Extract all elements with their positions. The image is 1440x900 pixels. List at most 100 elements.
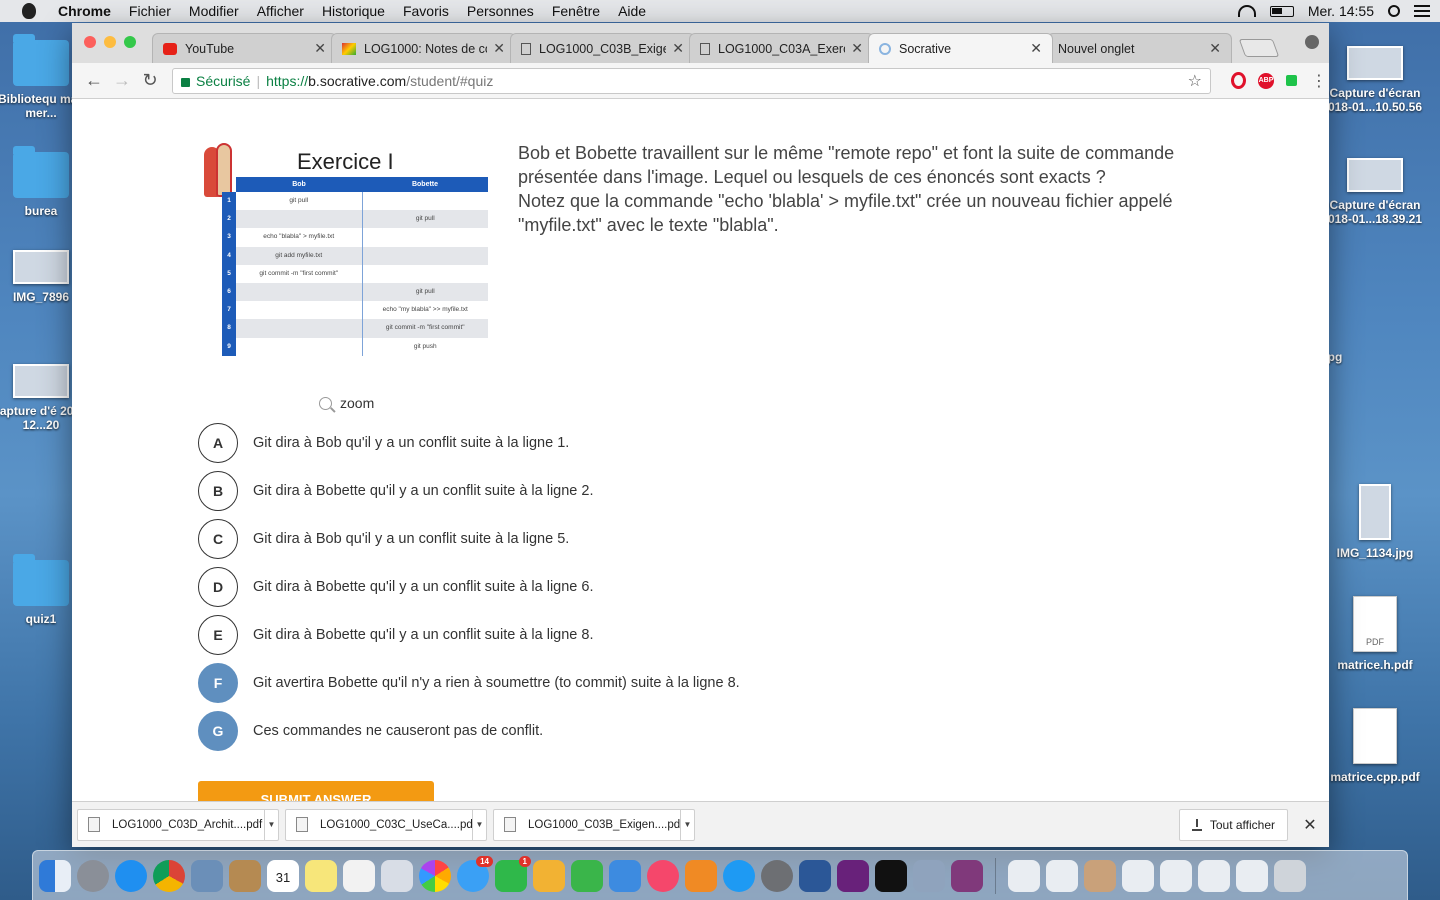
forward-arrow-icon[interactable]: →	[108, 70, 136, 91]
disk-utility-icon[interactable]	[913, 859, 945, 892]
download-item[interactable]: LOG1000_C03C_UseCa....pdf ▼	[285, 808, 487, 841]
answer-letter[interactable]: C	[198, 519, 238, 559]
numbers-icon[interactable]	[571, 859, 603, 892]
visual-studio-icon[interactable]	[837, 859, 869, 892]
answer-option-a[interactable]: A Git dira à Bob qu'il y a un conflit su…	[198, 423, 740, 463]
app-store-icon[interactable]	[723, 859, 755, 892]
dock-document-icon[interactable]	[1084, 859, 1116, 892]
photo-booth-icon[interactable]	[381, 859, 413, 892]
answer-letter-selected[interactable]: F	[198, 663, 238, 703]
dock-document-icon[interactable]	[1160, 859, 1192, 892]
answer-option-f[interactable]: F Git avertira Bobette qu'il n'y a rien …	[198, 663, 740, 703]
launchpad-icon[interactable]	[77, 859, 109, 892]
dock-document-icon[interactable]	[1008, 859, 1040, 892]
desktop-icon-matrice-cpp[interactable]: matrice.cpp.pdf	[1320, 708, 1430, 784]
dock-document-icon[interactable]	[1198, 859, 1230, 892]
submit-answer-button[interactable]: SUBMIT ANSWER	[198, 781, 434, 801]
pages-icon[interactable]	[533, 859, 565, 892]
download-menu-caret-icon[interactable]: ▼	[472, 809, 486, 840]
answer-letter[interactable]: D	[198, 567, 238, 607]
zoom-link[interactable]: zoom	[319, 395, 374, 411]
word-icon[interactable]	[799, 859, 831, 892]
tab-close-icon[interactable]: ✕	[1030, 40, 1042, 57]
adblock-plus-icon[interactable]: ABP	[1258, 72, 1274, 89]
notes-icon[interactable]	[305, 859, 337, 892]
spotlight-search-icon[interactable]	[1388, 5, 1400, 17]
tab-log1000-c03b[interactable]: LOG1000_C03B_Exiger ✕	[510, 33, 695, 63]
answer-letter-selected[interactable]: G	[198, 711, 238, 751]
tab-close-icon[interactable]: ✕	[851, 40, 863, 57]
reload-icon[interactable]: ↻	[136, 70, 164, 91]
chrome-icon[interactable]	[153, 859, 185, 892]
system-preferences-icon[interactable]	[761, 859, 793, 892]
answer-option-c[interactable]: C Git dira à Bob qu'il y a un conflit su…	[198, 519, 740, 559]
wifi-icon[interactable]	[1237, 5, 1256, 17]
calendar-icon[interactable]: 31	[267, 859, 299, 892]
answer-text[interactable]: Git dira à Bob qu'il y a un conflit suit…	[253, 435, 569, 451]
battery-icon[interactable]	[1269, 5, 1294, 17]
menu-aide[interactable]: Aide	[618, 3, 646, 19]
messages-icon[interactable]: 14	[457, 855, 493, 892]
apple-icon[interactable]	[22, 3, 36, 19]
tab-close-icon[interactable]: ✕	[493, 40, 505, 57]
close-shelf-icon[interactable]: ✕	[1296, 815, 1324, 835]
download-item[interactable]: LOG1000_C03B_Exigen....pdf ▼	[493, 808, 695, 841]
exercise-image[interactable]: Exercice I Bob Bobette 1 git pull 2 git pu…	[202, 139, 492, 364]
answer-text[interactable]: Git dira à Bob qu'il y a un conflit suit…	[253, 531, 569, 547]
menu-fichier[interactable]: Fichier	[129, 3, 171, 19]
answer-option-g[interactable]: G Ces commandes ne causeront pas de conf…	[198, 711, 740, 751]
menu-historique[interactable]: Historique	[322, 3, 385, 19]
onenote-icon[interactable]	[951, 859, 983, 892]
desktop-icon-capture-105056[interactable]: Capture d'écran 018-01...10.50.56	[1320, 46, 1430, 114]
tab-log1000-notes[interactable]: LOG1000: Notes de co ✕	[331, 33, 516, 63]
facetime-icon[interactable]: 1	[495, 855, 531, 892]
menu-app-name[interactable]: Chrome	[58, 3, 111, 19]
tab-close-icon[interactable]: ✕	[1209, 40, 1221, 57]
zoom-window-button[interactable]	[124, 36, 136, 48]
menu-modifier[interactable]: Modifier	[189, 3, 239, 19]
safari-icon[interactable]	[115, 859, 147, 892]
close-window-button[interactable]	[84, 36, 96, 48]
answer-text[interactable]: Git dira à Bobette qu'il y a un conflit …	[253, 483, 594, 499]
answer-letter[interactable]: A	[198, 423, 238, 463]
finder-icon[interactable]	[39, 859, 71, 892]
answer-text[interactable]: Git avertira Bobette qu'il n'y a rien à …	[253, 675, 740, 691]
answer-option-b[interactable]: B Git dira à Bobette qu'il y a un confli…	[198, 471, 740, 511]
answer-option-e[interactable]: E Git dira à Bobette qu'il y a un confli…	[198, 615, 740, 655]
address-bar[interactable]: Sécurisé | https:// b.socrative.com /stu…	[172, 67, 1211, 94]
menu-favoris[interactable]: Favoris	[403, 3, 449, 19]
desktop-icon-capture-183921[interactable]: Capture d'écran 018-01...18.39.21	[1320, 158, 1430, 226]
bookmark-star-icon[interactable]: ☆	[1188, 71, 1202, 91]
answer-option-d[interactable]: D Git dira à Bobette qu'il y a un confli…	[198, 567, 740, 607]
dock-document-icon[interactable]	[1122, 859, 1154, 892]
chrome-menu-icon[interactable]: ⋮	[1311, 71, 1327, 91]
tab-close-icon[interactable]: ✕	[672, 40, 684, 57]
dock-document-icon[interactable]	[1236, 859, 1268, 892]
photos-icon[interactable]	[419, 859, 451, 892]
menubar-clock[interactable]: Mer. 14:55	[1308, 3, 1374, 19]
notification-center-icon[interactable]	[1414, 5, 1430, 17]
desktop-icon-img1134[interactable]: IMG_1134.jpg	[1320, 484, 1430, 560]
tab-log1000-c03a[interactable]: LOG1000_C03A_Exerci ✕	[689, 33, 874, 63]
trash-icon[interactable]	[1274, 859, 1306, 892]
preview-icon[interactable]	[191, 859, 223, 892]
itunes-icon[interactable]	[647, 859, 679, 892]
show-all-downloads-button[interactable]: Tout afficher	[1178, 808, 1288, 841]
desktop-icon-matrice-h[interactable]: PDF matrice.h.pdf	[1320, 596, 1430, 672]
answer-letter[interactable]: E	[198, 615, 238, 655]
answer-letter[interactable]: B	[198, 471, 238, 511]
download-menu-caret-icon[interactable]: ▼	[264, 809, 278, 840]
reminders-icon[interactable]	[343, 859, 375, 892]
terminal-icon[interactable]	[875, 859, 907, 892]
menu-personnes[interactable]: Personnes	[467, 3, 534, 19]
tab-socrative[interactable]: Socrative ✕	[868, 33, 1053, 63]
tab-close-icon[interactable]: ✕	[314, 40, 326, 57]
minimize-window-button[interactable]	[104, 36, 116, 48]
download-item[interactable]: LOG1000_C03D_Archit....pdf ▼	[77, 808, 279, 841]
menu-afficher[interactable]: Afficher	[257, 3, 304, 19]
back-arrow-icon[interactable]: ←	[80, 70, 108, 91]
menu-fenetre[interactable]: Fenêtre	[552, 3, 600, 19]
answer-text[interactable]: Git dira à Bobette qu'il y a un conflit …	[253, 579, 594, 595]
ibooks-icon[interactable]	[685, 859, 717, 892]
answer-text[interactable]: Ces commandes ne causeront pas de confli…	[253, 723, 543, 739]
